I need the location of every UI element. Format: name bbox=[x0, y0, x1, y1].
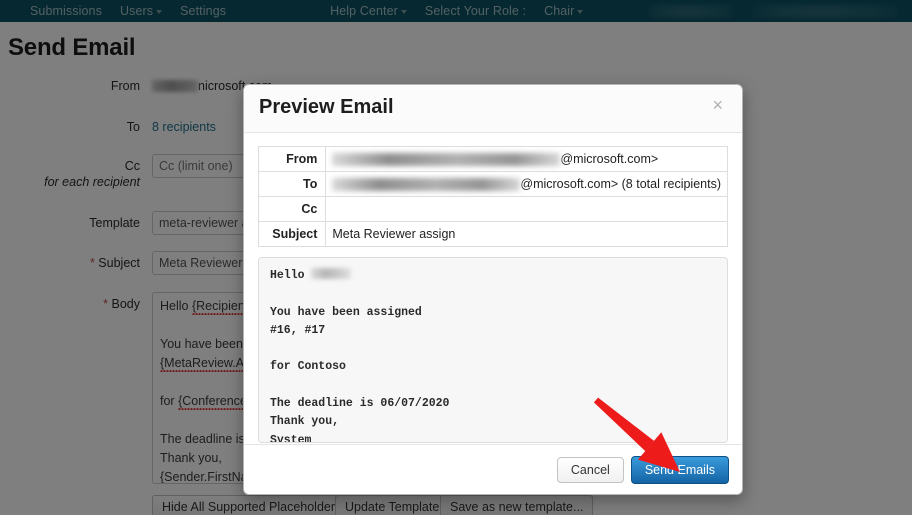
modal-header: Preview Email × bbox=[244, 85, 742, 133]
header-label-from: From bbox=[258, 146, 327, 172]
preview-email-modal: Preview Email × From @microsoft.com> To … bbox=[243, 84, 743, 495]
table-row: Subject Meta Reviewer assign bbox=[258, 221, 728, 247]
header-value-cc bbox=[326, 197, 728, 222]
header-label-cc: Cc bbox=[258, 196, 327, 222]
header-value-from: @microsoft.com> bbox=[326, 147, 728, 172]
modal-footer: Cancel Send Emails bbox=[244, 444, 742, 494]
email-body-preview: Hello You have been assigned #16, #17 for… bbox=[258, 257, 728, 443]
table-row: From @microsoft.com> bbox=[258, 146, 728, 172]
header-label-to: To bbox=[258, 171, 327, 197]
preview-line: for Contoso bbox=[270, 360, 346, 374]
preview-line bbox=[270, 340, 716, 358]
recipient-name-redaction bbox=[311, 268, 352, 279]
preview-line bbox=[270, 285, 716, 303]
modal-title: Preview Email bbox=[259, 96, 394, 118]
preview-line: You have been assigned bbox=[270, 305, 422, 319]
table-row: Cc bbox=[258, 196, 728, 222]
preview-line: Hello bbox=[270, 267, 716, 285]
to-address-domain: @microsoft.com> (8 total recipients) bbox=[520, 177, 721, 191]
send-emails-button[interactable]: Send Emails bbox=[630, 455, 729, 484]
preview-line: Thank you, bbox=[270, 415, 340, 429]
modal-body: From @microsoft.com> To @microsoft.com> … bbox=[244, 133, 742, 444]
header-label-subject: Subject bbox=[258, 221, 327, 247]
email-headers-table: From @microsoft.com> To @microsoft.com> … bbox=[258, 146, 728, 247]
to-address-redaction bbox=[332, 178, 521, 191]
preview-line: The deadline is 06/07/2020 bbox=[270, 397, 450, 411]
cancel-button[interactable]: Cancel bbox=[556, 456, 624, 483]
close-icon[interactable]: × bbox=[706, 95, 729, 115]
table-row: To @microsoft.com> (8 total recipients) bbox=[258, 171, 728, 197]
preview-line: #16, #17 bbox=[270, 323, 326, 337]
from-address-domain: @microsoft.com> bbox=[560, 152, 659, 166]
header-value-subject: Meta Reviewer assign bbox=[332, 227, 456, 241]
preview-line: System bbox=[270, 433, 312, 443]
preview-line bbox=[270, 377, 716, 395]
from-address-redaction bbox=[332, 153, 561, 166]
header-value-to: @microsoft.com> (8 total recipients) bbox=[326, 172, 728, 197]
